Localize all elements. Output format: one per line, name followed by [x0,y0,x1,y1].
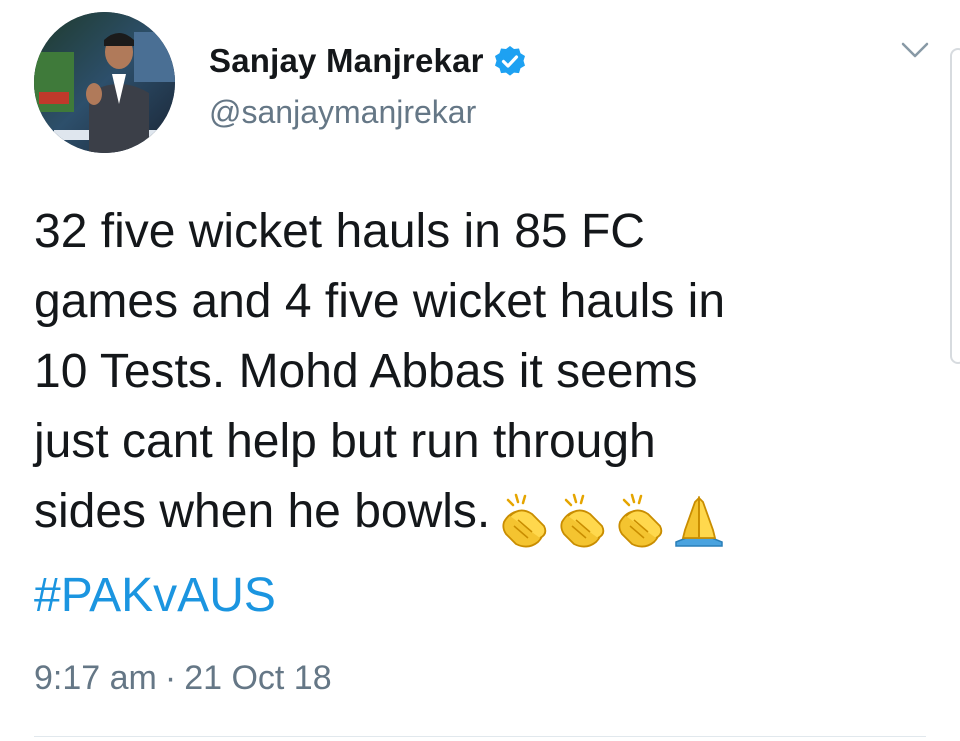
name-row: Sanjay Manjrekar [209,42,526,80]
emoji-row [496,483,728,553]
clapping-hands-icon [612,492,670,548]
clapping-hands-icon [554,492,612,548]
separator-dot: · [164,659,177,697]
tweet-date: 21 Oct 18 [184,659,332,697]
avatar[interactable] [34,12,175,153]
hashtag-link[interactable]: #PAKvAUS [34,568,276,623]
display-name[interactable]: Sanjay Manjrekar [209,42,484,80]
chevron-down-icon[interactable] [900,38,930,62]
user-handle[interactable]: @sanjaymanjrekar [209,94,476,131]
timestamp[interactable]: 9:17 am · 21 Oct 18 [34,659,332,698]
clapping-hands-icon [496,492,554,548]
tweet-card: Sanjay Manjrekar @sanjaymanjrekar 32 fiv… [0,0,960,741]
folded-hands-icon [670,492,728,548]
tweet-body: 32 five wicket hauls in 85 FC games and … [34,197,914,553]
scrollbar[interactable] [950,48,960,364]
profile-photo [34,12,175,153]
verified-badge-icon [494,45,526,77]
divider [34,736,926,737]
tweet-time: 9:17 am [34,659,157,697]
